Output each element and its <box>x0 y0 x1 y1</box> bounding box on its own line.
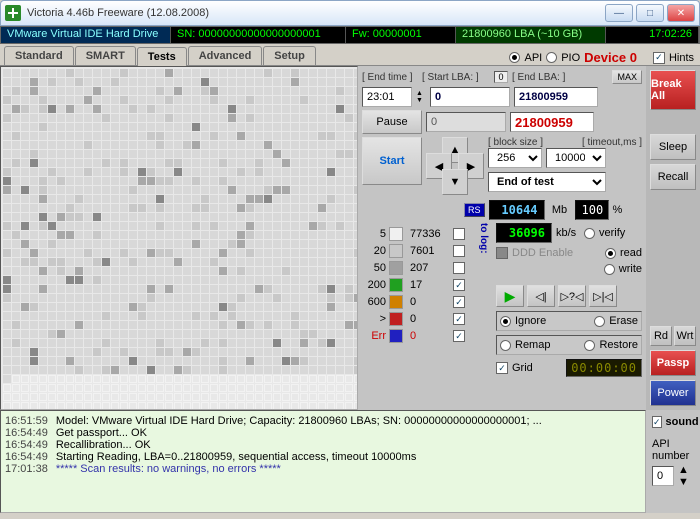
rew-button[interactable]: ◁| <box>527 285 555 307</box>
chk50[interactable] <box>453 262 465 274</box>
pio-radio[interactable] <box>546 52 557 63</box>
end-lba-label: [ End LBA: ] <box>512 72 565 83</box>
speed-mb-unit: Mb <box>549 204 571 216</box>
pause-button[interactable]: Pause <box>362 110 422 134</box>
sleep-button[interactable]: Sleep <box>650 134 696 160</box>
chkslow[interactable]: ✓ <box>453 313 465 325</box>
chk20[interactable] <box>453 245 465 257</box>
drive-model: VMware Virtual IDE Hard Drive <box>1 27 171 43</box>
start-lba-input[interactable] <box>430 87 510 107</box>
verify-radio[interactable] <box>584 228 595 239</box>
stat200-icon <box>389 278 403 292</box>
remap-radio[interactable] <box>500 340 511 351</box>
latency-stats: 577336 207601 50207 20017✓ 6000✓ >0✓ Err… <box>362 227 471 343</box>
tab-standard[interactable]: Standard <box>4 46 74 65</box>
close-button[interactable]: ✕ <box>667 4 695 22</box>
stat20-icon <box>389 244 403 258</box>
hints-label: Hints <box>669 52 694 64</box>
tab-setup[interactable]: Setup <box>263 46 316 65</box>
clock: 17:02:26 <box>606 27 699 43</box>
break-button[interactable]: Break All <box>650 70 696 110</box>
restore-radio[interactable] <box>584 340 595 351</box>
wrt-button[interactable]: Wrt <box>674 326 696 346</box>
statslow-icon <box>389 312 403 326</box>
max-button[interactable]: MAX <box>612 70 642 84</box>
write-radio[interactable] <box>604 264 615 275</box>
chkerr[interactable]: ✓ <box>453 330 465 342</box>
surface-map <box>0 66 358 410</box>
staterr-icon <box>389 329 403 343</box>
tab-bar: Standard SMART Tests Advanced Setup API … <box>0 44 700 66</box>
passp-button[interactable]: Passp <box>650 350 696 376</box>
down-arrow-icon[interactable]: ▼ <box>442 169 468 195</box>
device-label: Device 0 <box>584 50 637 65</box>
ddd-label: DDD Enable <box>512 247 573 259</box>
pct-unit: % <box>613 204 623 216</box>
end-time-input[interactable] <box>362 87 412 107</box>
start-off: 0 <box>494 71 508 83</box>
rs-button[interactable]: RS <box>464 203 485 217</box>
log-panel[interactable]: 16:51:59Model: VMware Virtual IDE Hard D… <box>0 410 646 513</box>
drive-fw: Fw: 00000001 <box>346 27 456 43</box>
pct: 100 <box>575 200 609 220</box>
stat5-icon <box>389 227 403 241</box>
cur-start <box>426 112 506 132</box>
drive-sn: SN: 00000000000000000001 <box>171 27 346 43</box>
maximize-button[interactable]: □ <box>636 4 664 22</box>
start-lba-label: [ Start LBA: ] <box>422 72 479 83</box>
step-button[interactable]: ▷?◁ <box>558 285 586 307</box>
nav-arrows[interactable]: ▲ ◀ ▶ ▼ <box>426 137 484 195</box>
cur-end: 21800959 <box>510 112 594 132</box>
recall-button[interactable]: Recall <box>650 164 696 190</box>
ignore-radio[interactable] <box>500 316 511 327</box>
play-button[interactable]: ▶ <box>496 285 524 307</box>
pio-label: PIO <box>561 52 580 64</box>
control-panel: [ End time ] [ Start LBA: ] 0 [ End LBA:… <box>358 66 646 410</box>
api-number-input[interactable] <box>652 466 674 486</box>
timeout-select[interactable]: 10000 <box>546 148 606 168</box>
fwd-button[interactable]: ▷|◁ <box>589 285 617 307</box>
speed-kb-unit: kb/s <box>556 227 580 239</box>
end-lba-input[interactable] <box>514 87 598 107</box>
api-number-label: API number <box>652 438 694 462</box>
sound-checkbox[interactable]: ✓ <box>652 416 662 428</box>
timer-display: 00:00:00 <box>566 359 642 377</box>
start-button[interactable]: Start <box>362 137 422 185</box>
tab-advanced[interactable]: Advanced <box>188 46 263 65</box>
chk200[interactable]: ✓ <box>453 279 465 291</box>
side-panel: Break All Sleep Recall Rd Wrt Passp Powe… <box>646 66 700 410</box>
chk600[interactable]: ✓ <box>453 296 465 308</box>
app-icon <box>5 5 21 21</box>
ddd-checkbox[interactable] <box>496 247 508 259</box>
stat50-icon <box>389 261 403 275</box>
stat600-icon <box>389 295 403 309</box>
block-label: [ block size ] <box>488 137 543 148</box>
api-radio[interactable] <box>509 52 520 63</box>
to-log-label: to log: <box>478 223 489 254</box>
chk5[interactable] <box>453 228 465 240</box>
titlebar[interactable]: Victoria 4.46b Freeware (12.08.2008) — □… <box>0 0 700 26</box>
drive-lba: 21800960 LBA (~10 GB) <box>456 27 606 43</box>
end-time-label: [ End time ] <box>362 72 413 83</box>
speed-kb: 36096 <box>496 223 552 243</box>
grid-label: Grid <box>512 362 533 374</box>
window-title: Victoria 4.46b Freeware (12.08.2008) <box>27 7 602 19</box>
api-label: API <box>524 52 542 64</box>
rd-button[interactable]: Rd <box>650 326 672 346</box>
erase-radio[interactable] <box>594 316 605 327</box>
tab-smart[interactable]: SMART <box>75 46 136 65</box>
power-button[interactable]: Power <box>650 380 696 406</box>
speed-mb: 10644 <box>489 200 545 220</box>
minimize-button[interactable]: — <box>605 4 633 22</box>
info-bar: VMware Virtual IDE Hard Drive SN: 000000… <box>0 26 700 44</box>
tab-tests[interactable]: Tests <box>137 47 187 66</box>
block-select[interactable]: 256 <box>488 148 542 168</box>
timeout-label: [ timeout,ms ] <box>582 137 642 148</box>
mode-select[interactable]: End of test <box>488 172 606 192</box>
hints-checkbox[interactable]: ✓ <box>653 52 665 64</box>
transport-controls: ▶ ◁| ▷?◁ ▷|◁ <box>496 285 642 307</box>
grid-checkbox[interactable]: ✓ <box>496 362 508 374</box>
sound-label: sound <box>666 416 699 428</box>
read-radio[interactable] <box>605 248 616 259</box>
